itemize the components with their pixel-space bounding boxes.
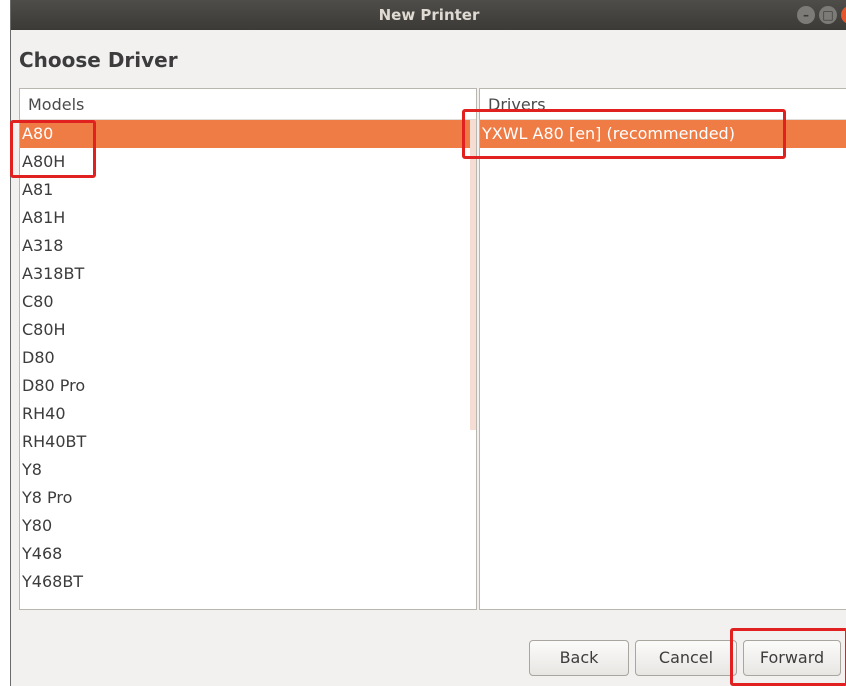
forward-button[interactable]: Forward: [743, 640, 841, 676]
driver-row[interactable]: YXWL A80 [en] (recommended): [480, 120, 846, 148]
model-row[interactable]: Y468BT: [20, 568, 476, 596]
model-row[interactable]: A80H: [20, 148, 476, 176]
model-row[interactable]: Y8 Pro: [20, 484, 476, 512]
model-row[interactable]: RH40: [20, 400, 476, 428]
drivers-list-panel: Drivers YXWL A80 [en] (recommended): [479, 88, 846, 610]
model-row[interactable]: A318BT: [20, 260, 476, 288]
new-printer-dialog: New Printer – □ × Choose Driver Models A…: [10, 0, 846, 686]
title-bar: New Printer – □ ×: [11, 0, 846, 30]
model-row[interactable]: Y468: [20, 540, 476, 568]
models-list: A80 A80H A81 A81H A318 A318BT C80 C80H D…: [20, 120, 476, 596]
page-title: Choose Driver: [19, 48, 178, 72]
model-row[interactable]: A318: [20, 232, 476, 260]
maximize-icon[interactable]: □: [819, 6, 837, 24]
drivers-list: YXWL A80 [en] (recommended): [480, 120, 846, 148]
model-row[interactable]: Y8: [20, 456, 476, 484]
model-row[interactable]: Y80: [20, 512, 476, 540]
model-row[interactable]: D80: [20, 344, 476, 372]
minimize-icon[interactable]: –: [797, 6, 815, 24]
model-row[interactable]: RH40BT: [20, 428, 476, 456]
model-row[interactable]: C80: [20, 288, 476, 316]
models-column-header[interactable]: Models: [20, 89, 476, 120]
back-button[interactable]: Back: [529, 640, 629, 676]
model-row[interactable]: A81: [20, 176, 476, 204]
models-list-panel: Models A80 A80H A81 A81H A318 A318BT C80…: [19, 88, 477, 610]
model-row[interactable]: C80H: [20, 316, 476, 344]
model-row[interactable]: A81H: [20, 204, 476, 232]
model-row[interactable]: D80 Pro: [20, 372, 476, 400]
window-title: New Printer: [378, 6, 480, 24]
drivers-column-header[interactable]: Drivers: [480, 89, 846, 120]
cancel-button[interactable]: Cancel: [635, 640, 737, 676]
pane-divider[interactable]: [476, 89, 477, 609]
model-row[interactable]: A80: [20, 120, 476, 148]
